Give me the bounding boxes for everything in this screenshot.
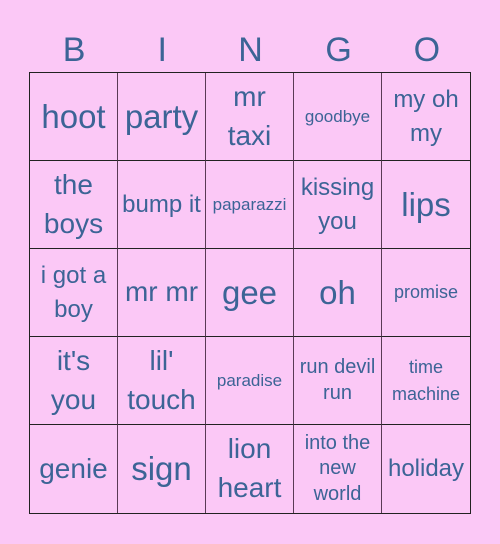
bingo-cell-text: time machine [391, 357, 461, 404]
bingo-cell-text: paradise [216, 370, 283, 390]
bingo-cell-text: sign [131, 450, 192, 488]
bingo-cell-text: holiday [387, 455, 465, 483]
bingo-cell-text: lion heart [217, 433, 282, 503]
bingo-cell-text: mr taxi [227, 80, 272, 151]
bingo-cell[interactable]: lips [382, 161, 470, 249]
bingo-cell-text: lil' touch [127, 344, 196, 415]
bingo-cell[interactable]: promise [382, 249, 470, 337]
bingo-cell[interactable]: time machine [382, 337, 470, 425]
bingo-cell-text: bump it [122, 190, 201, 218]
bingo-cell[interactable]: holiday [382, 425, 470, 513]
bingo-cell-text: my oh my [393, 85, 459, 147]
header-letter-g: G [325, 31, 352, 69]
bingo-cell-text: party [124, 97, 199, 135]
bingo-cell-text: promise [393, 282, 459, 303]
bingo-cell[interactable]: oh [294, 249, 382, 337]
bingo-cell[interactable]: into the new world [294, 425, 382, 513]
bingo-cell[interactable]: genie [30, 425, 118, 513]
bingo-cell[interactable]: lil' touch [118, 337, 206, 425]
bingo-cell[interactable]: my oh my [382, 73, 470, 161]
bingo-cell-text: into the new world [304, 431, 371, 505]
bingo-cell-text: kissing you [300, 173, 375, 235]
bingo-cell[interactable]: goodbye [294, 73, 382, 161]
bingo-cell[interactable]: it's you [30, 337, 118, 425]
bingo-cell-text: mr mr [124, 276, 199, 308]
bingo-cell[interactable]: mr mr [118, 249, 206, 337]
bingo-cell[interactable]: kissing you [294, 161, 382, 249]
header-letter-n: N [238, 31, 263, 69]
bingo-cell-text: the boys [43, 168, 104, 239]
bingo-cell-text: lips [401, 185, 451, 223]
bingo-cell[interactable]: sign [118, 425, 206, 513]
bingo-cell[interactable]: lion heart [206, 425, 294, 513]
bingo-cell[interactable]: gee [206, 249, 294, 337]
bingo-cell-text: run devil run [299, 355, 376, 404]
bingo-cell-text: goodbye [304, 106, 371, 126]
header-letter-i: I [157, 31, 167, 69]
bingo-cell-text: paparazzi [212, 194, 287, 214]
bingo-cell[interactable]: paparazzi [206, 161, 294, 249]
bingo-cell[interactable]: mr taxi [206, 73, 294, 161]
header-letter-b: B [62, 31, 86, 69]
bingo-cell[interactable]: party [118, 73, 206, 161]
bingo-cell[interactable]: hoot [30, 73, 118, 161]
bingo-cell-text: gee [221, 273, 278, 311]
bingo-cell-text: i got a boy [40, 261, 107, 323]
bingo-cell[interactable]: run devil run [294, 337, 382, 425]
bingo-cell[interactable]: paradise [206, 337, 294, 425]
bingo-card-grid: hoot party mr taxi goodbye my oh my the boys b… [29, 72, 471, 514]
bingo-cell[interactable]: bump it [118, 161, 206, 249]
bingo-cell-text: it's you [50, 344, 97, 415]
bingo-cell-text: oh [319, 273, 356, 311]
bingo-cell[interactable]: i got a boy [30, 249, 118, 337]
bingo-cell[interactable]: the boys [30, 161, 118, 249]
bingo-header: B I N G O [30, 28, 471, 72]
header-letter-o: O [413, 31, 441, 69]
bingo-cell-text: hoot [41, 97, 106, 135]
bingo-cell-text: genie [39, 452, 108, 484]
